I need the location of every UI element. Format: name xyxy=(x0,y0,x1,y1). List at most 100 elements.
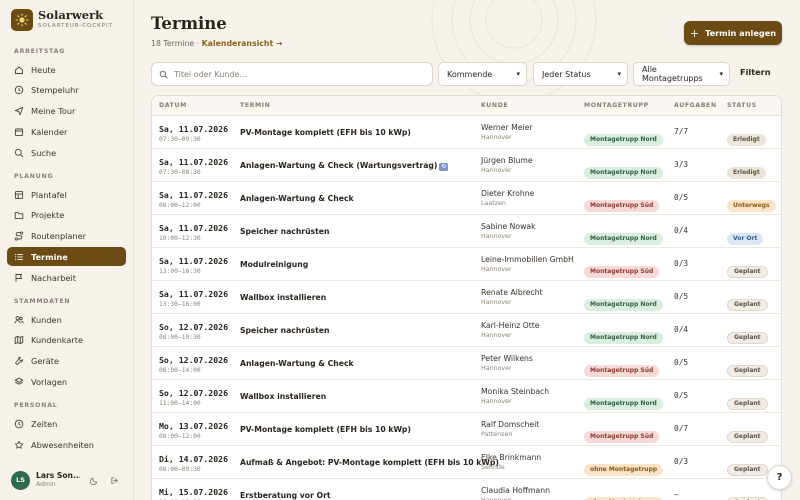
sidebar-item-suche[interactable]: Suche xyxy=(7,143,126,162)
customer-name[interactable]: Leine-Immobilien GmbH xyxy=(481,255,574,264)
table-row[interactable]: Sa, 11.07.2026 07:30–08:30 Anlagen-Wartung… xyxy=(152,149,781,182)
logout-icon[interactable] xyxy=(108,474,120,486)
table-row[interactable]: Sa, 11.07.2026 13:00–16:30 Modulreinigung L… xyxy=(152,248,781,281)
sidebar-item-routenplaner[interactable]: Routenplaner xyxy=(7,227,126,246)
table-row[interactable]: Di, 14.07.2026 08:00–09:30 Aufmaß & Angebo… xyxy=(152,446,781,479)
appointment-date: Mi, 15.07.2026 xyxy=(159,487,229,497)
task-count: 0/3 xyxy=(674,259,689,268)
appointment-title[interactable]: Speicher nachrüsten xyxy=(240,326,330,335)
sidebar-item-label: Suche xyxy=(31,147,57,158)
avatar[interactable]: LS xyxy=(11,470,30,490)
chevron-down-icon: ▾ xyxy=(516,70,520,78)
moon-icon[interactable] xyxy=(88,474,100,486)
nav-section-label: PLANUNG xyxy=(14,173,54,180)
customer-name[interactable]: Sabine Nowak xyxy=(481,222,536,231)
appointment-time: 13:00–16:30 xyxy=(159,268,201,275)
task-count: 0/3 xyxy=(674,457,689,466)
customer-name[interactable]: Monika Steinbach xyxy=(481,387,549,396)
task-count: 7/7 xyxy=(674,127,689,136)
table-row[interactable]: So, 12.07.2026 11:00–14:00 Wallbox install… xyxy=(152,380,781,413)
customer-city: Hannover xyxy=(481,299,512,306)
table-row[interactable]: So, 12.07.2026 08:00–14:00 Anlagen-Wartung… xyxy=(152,347,781,380)
appointment-title[interactable]: Anlagen-Wartung & Check (Wartungsvertrag… xyxy=(240,161,437,170)
search-field[interactable] xyxy=(151,62,433,86)
new-appointment-label: Termin anlegen xyxy=(705,28,777,38)
table-row[interactable]: So, 12.07.2026 08:00–10:30 Speicher nachrü… xyxy=(152,314,781,347)
sidebar-item-abwesenheiten[interactable]: Abwesenheiten xyxy=(7,435,126,454)
table-row[interactable]: Mo, 13.07.2026 08:00–12:00 PV-Montage komp… xyxy=(152,413,781,446)
brand[interactable]: Solarwerk SOLARTEUR-COCKPIT xyxy=(11,9,113,31)
sidebar-item-termine[interactable]: Termine xyxy=(7,247,126,267)
sidebar-item-kundenkarte[interactable]: Kundenkarte xyxy=(7,331,126,350)
appointment-title[interactable]: Speicher nachrüsten xyxy=(240,227,330,236)
appointment-time: 08:00–10:30 xyxy=(159,334,201,341)
appointment-title[interactable]: Aufmaß & Angebot: PV-Montage komplett (E… xyxy=(240,458,499,467)
appointment-title[interactable]: PV-Montage komplett (EFH bis 10 kWp) xyxy=(240,425,411,434)
table-row[interactable]: Sa, 11.07.2026 10:00–12:30 Speicher nachrü… xyxy=(152,215,781,248)
customer-name[interactable]: Ralf Domscheit xyxy=(481,420,539,429)
status-select[interactable]: Jeder Status ▾ xyxy=(533,62,628,86)
sidebar-item-stempeluhr[interactable]: Stempeluhr xyxy=(7,81,126,100)
column-header[interactable]: KUNDE xyxy=(481,102,508,109)
customer-name[interactable]: Claudia Hoffmann xyxy=(481,486,550,495)
sidebar-item-heute[interactable]: Heute xyxy=(7,60,126,79)
period-select[interactable]: Kommende ▾ xyxy=(438,62,527,86)
sidebar-item-label: Routenplaner xyxy=(31,231,87,242)
customer-name[interactable]: Renate Albrecht xyxy=(481,288,543,297)
calendar-view-link[interactable]: Kalenderansicht → xyxy=(202,39,283,48)
crew-select[interactable]: Alle Montagetrupps ▾ xyxy=(633,62,730,86)
sidebar-item-vorlagen[interactable]: Vorlagen xyxy=(7,372,126,391)
flag-icon xyxy=(15,273,23,282)
appointment-title[interactable]: PV-Montage komplett (EFH bis 10 kWp) xyxy=(240,128,411,137)
grid-icon xyxy=(14,190,24,199)
column-header[interactable]: MONTAGETRUPP xyxy=(584,102,649,109)
appointment-title[interactable]: Anlagen-Wartung & Check xyxy=(240,359,354,368)
filter-button[interactable]: Filtern xyxy=(740,67,771,77)
sidebar-item-kalender[interactable]: Kalender xyxy=(7,122,126,141)
customer-name[interactable]: Karl-Heinz Otte xyxy=(481,321,540,330)
column-header[interactable]: STATUS xyxy=(727,102,757,109)
customer-name[interactable]: Peter Wilkens xyxy=(481,354,533,363)
sidebar-item-kunden[interactable]: Kunden xyxy=(7,310,126,329)
appointment-title[interactable]: Anlagen-Wartung & Check xyxy=(240,194,354,203)
status-badge: Geplant xyxy=(727,398,768,410)
page-subtitle: 18 Termine · Kalenderansicht → xyxy=(151,39,282,48)
help-button[interactable]: ? xyxy=(767,465,792,490)
table-row[interactable]: Sa, 11.07.2026 07:30–09:30 PV-Montage komp… xyxy=(152,116,781,149)
sidebar-item-plantafel[interactable]: Plantafel xyxy=(7,185,126,204)
appointment-title[interactable]: Erstberatung vor Ort xyxy=(240,491,331,500)
sidebar-item-geräte[interactable]: Geräte xyxy=(7,352,126,371)
appointment-title[interactable]: Wallbox installieren xyxy=(240,392,326,401)
new-appointment-button[interactable]: + Termin anlegen xyxy=(684,21,782,45)
home-icon xyxy=(15,65,23,74)
appointment-title[interactable]: Modulreinigung xyxy=(240,260,308,269)
column-header[interactable]: DATUM xyxy=(159,102,187,109)
customer-name[interactable]: Elke Brinkmann xyxy=(481,453,541,462)
appointment-title[interactable]: Wallbox installieren xyxy=(240,293,326,302)
appointment-date: Mo, 13.07.2026 xyxy=(159,421,229,431)
task-count: 0/4 xyxy=(674,325,689,334)
task-count: – xyxy=(674,490,679,499)
appointment-date: Sa, 11.07.2026 xyxy=(159,124,229,134)
sidebar-item-nacharbeit[interactable]: Nacharbeit xyxy=(7,268,126,287)
sidebar-item-meine-tour[interactable]: Meine Tour xyxy=(7,102,126,121)
customer-city: Hannover xyxy=(481,365,512,372)
table-row[interactable]: Mi, 15.07.202609:00–10:00Erstberatung vo… xyxy=(152,479,781,500)
star-icon xyxy=(14,440,24,449)
customer-name[interactable]: Dieter Krohne xyxy=(481,189,534,198)
appointment-date: Sa, 11.07.2026 xyxy=(159,157,229,167)
search-input[interactable] xyxy=(174,69,424,79)
column-header[interactable]: TERMIN xyxy=(240,102,270,109)
table-row[interactable]: Sa, 11.07.2026 13:30–16:00 Wallbox install… xyxy=(152,281,781,314)
customer-name[interactable]: Werner Meier xyxy=(481,123,533,132)
sidebar-item-label: Abwesenheiten xyxy=(31,439,94,450)
sidebar-item-zeiten[interactable]: Zeiten xyxy=(7,414,126,433)
column-header[interactable]: AUFGABEN xyxy=(674,102,717,109)
sidebar-item-label: Meine Tour xyxy=(31,106,76,117)
sidebar-item-projekte[interactable]: Projekte xyxy=(7,206,126,225)
appointment-time: 08:00–12:00 xyxy=(159,433,201,440)
appointment-date: So, 12.07.2026 xyxy=(159,388,229,398)
sidebar-item-label: Nacharbeit xyxy=(31,272,76,283)
customer-name[interactable]: Jürgen Blume xyxy=(481,156,533,165)
table-row[interactable]: Sa, 11.07.2026 08:00–12:00 Anlagen-Wartung… xyxy=(152,182,781,215)
